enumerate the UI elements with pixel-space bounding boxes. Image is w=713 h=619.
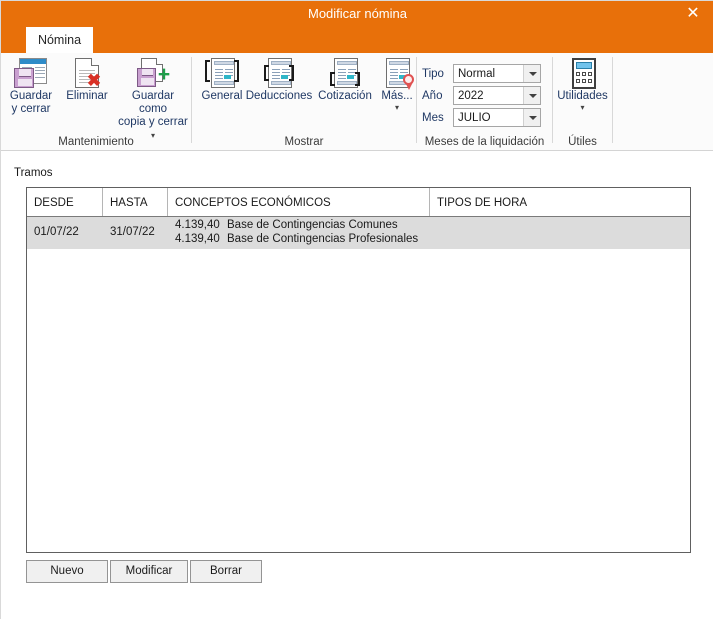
window-title: Modificar nómina xyxy=(308,6,407,21)
page-delete-icon: ✖ xyxy=(72,58,102,90)
column-header-hasta[interactable]: HASTA xyxy=(103,188,167,216)
column-header-tipos-hora[interactable]: TIPOS DE HORA xyxy=(430,188,690,216)
group-separator xyxy=(612,57,613,143)
section-label-tramos: Tramos xyxy=(14,167,53,179)
ribbon: Mantenimiento Mostrar Meses de la liquid… xyxy=(1,53,713,151)
cell-concepto-description: Base de Contingencias Comunes xyxy=(227,219,398,231)
table-header-row: DESDE HASTA CONCEPTOS ECONÓMICOS TIPOS D… xyxy=(27,188,690,217)
close-icon[interactable]: ✕ xyxy=(672,1,713,27)
table-row[interactable]: 01/07/22 31/07/22 4.139,40 Base de Conti… xyxy=(27,217,690,249)
calculator-icon xyxy=(566,58,600,90)
button-label-line1: Eliminar xyxy=(66,90,108,102)
guardar-como-copia-y-cerrar-button[interactable]: + Guardar como copia y cerrar ▾ xyxy=(117,58,189,142)
chevron-down-icon[interactable] xyxy=(523,65,540,82)
ribbon-tabstrip: Nómina xyxy=(1,27,713,53)
guardar-y-cerrar-button[interactable]: Guardar y cerrar xyxy=(5,58,57,116)
button-label-line2: copia y cerrar ▾ xyxy=(117,116,189,142)
column-header-conceptos[interactable]: CONCEPTOS ECONÓMICOS xyxy=(168,188,429,216)
group-separator xyxy=(191,57,192,143)
label-mes: Mes xyxy=(422,112,444,124)
form-mid-icon xyxy=(262,58,296,90)
button-label-line1: Más... xyxy=(381,90,413,102)
nuevo-button[interactable]: Nuevo xyxy=(26,560,108,583)
label-ano: Año xyxy=(422,90,443,102)
modificar-button[interactable]: Modificar xyxy=(110,560,188,583)
ano-value: 2022 xyxy=(458,90,484,102)
label-tipo: Tipo xyxy=(422,68,444,80)
mes-combobox[interactable]: JULIO xyxy=(453,108,541,127)
button-label-line1: Utilidades xyxy=(557,90,608,102)
cell-concepto-amount: 4.139,40 xyxy=(175,219,220,231)
button-label-line1: Guardar xyxy=(9,90,53,102)
tramos-table: DESDE HASTA CONCEPTOS ECONÓMICOS TIPOS D… xyxy=(26,187,691,553)
button-label-line1: Cotización xyxy=(318,90,372,102)
form-top-icon xyxy=(205,58,239,90)
button-label-line1: Deducciones xyxy=(245,90,313,102)
window-titlebar: Modificar nómina ✕ xyxy=(1,1,713,27)
main-content: Tramos DESDE HASTA CONCEPTOS ECONÓMICOS … xyxy=(1,151,713,619)
borrar-button[interactable]: Borrar xyxy=(190,560,262,583)
button-label-line1: General xyxy=(201,90,243,102)
eliminar-button[interactable]: ✖ Eliminar xyxy=(59,58,115,103)
form-low-icon xyxy=(328,58,362,90)
page-save-copy-icon: + xyxy=(135,58,171,90)
button-label-line2: y cerrar xyxy=(11,103,51,115)
group-label-mostrar: Mostrar xyxy=(284,136,324,148)
column-header-desde[interactable]: DESDE xyxy=(27,188,102,216)
cell-concepto-amount: 4.139,40 xyxy=(175,233,220,245)
button-label-line1: Guardar como xyxy=(131,90,175,115)
cell-desde: 01/07/22 xyxy=(34,226,79,238)
grid-save-icon xyxy=(14,58,48,90)
tipo-value: Normal xyxy=(458,68,496,80)
modificar-nomina-window: Modificar nómina ✕ Nómina Mantenimiento … xyxy=(0,0,713,619)
chevron-down-icon[interactable] xyxy=(523,87,540,104)
cell-concepto-description: Base de Contingencias Profesionales xyxy=(227,233,419,245)
chevron-down-icon[interactable]: ▾ xyxy=(377,104,417,112)
chevron-down-icon[interactable]: ▾ xyxy=(554,104,611,112)
utilidades-button[interactable]: Utilidades ▾ xyxy=(554,58,611,112)
cotizacion-button[interactable]: Cotización xyxy=(313,58,377,103)
mas-button[interactable]: Más... ▾ xyxy=(377,58,417,112)
tab-nomina[interactable]: Nómina xyxy=(26,27,93,53)
group-label-meses-liquidacion: Meses de la liquidación xyxy=(424,136,545,148)
chevron-down-icon[interactable]: ▾ xyxy=(151,131,155,140)
chevron-down-icon[interactable] xyxy=(523,109,540,126)
form-seal-icon xyxy=(380,58,414,90)
group-separator xyxy=(552,57,553,143)
group-label-utiles: Útiles xyxy=(568,136,597,148)
button-label-line2-text: copia y cerrar xyxy=(118,116,188,128)
ano-combobox[interactable]: 2022 xyxy=(453,86,541,105)
mes-value: JULIO xyxy=(458,112,491,124)
deducciones-button[interactable]: Deducciones xyxy=(241,58,317,103)
general-button[interactable]: General xyxy=(197,58,247,103)
cell-hasta: 31/07/22 xyxy=(110,226,155,238)
tipo-combobox[interactable]: Normal xyxy=(453,64,541,83)
